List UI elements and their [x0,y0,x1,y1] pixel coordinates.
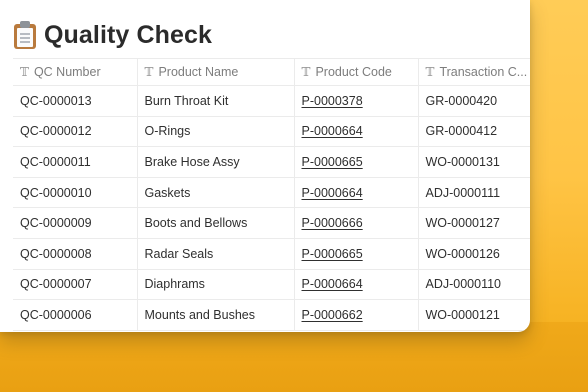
table-row[interactable]: QC-0000013 Burn Throat Kit P-0000378 GR-000… [13,85,530,117]
column-header-qc-number[interactable]: 𝕋 QC Number [13,58,138,86]
table-row[interactable]: QC-0000009 Boots and Bellows P-0000666 WO-0… [13,207,530,239]
product-name-cell[interactable]: Burn Throat Kit [137,85,295,117]
table-row[interactable]: QC-0000008 Radar Seals P-0000665 WO-0000126 [13,238,530,270]
background-band [0,322,588,392]
product-name-cell: Diaphrams [144,277,205,292]
product-code-cell[interactable]: P-0000666 [294,207,419,239]
transaction-code-cell[interactable]: WO-0000126 [418,238,530,270]
product-code-link[interactable]: P-0000378 [302,94,363,108]
product-name-cell[interactable]: Mounts and Bushes [137,299,295,331]
product-name-cell: Gaskets [144,185,191,200]
table-header-row: 𝕋 QC Number 𝕋 Product Name 𝕋 Product Code 𝕋… [13,58,530,86]
qc-number-cell[interactable]: QC-0000006 [13,299,138,331]
product-name-cell: Boots and Bellows [144,216,248,231]
qc-number-cell: QC-0000009 [20,216,92,231]
database-panel: Quality Check 𝕋 QC Number 𝕋 Product Name 𝕋… [0,0,530,332]
product-code-link[interactable]: P-0000664 [302,186,363,200]
page-title: Quality Check [44,20,213,49]
product-code-cell[interactable]: P-0000664 [294,116,419,148]
product-name-cell: Brake Hose Assy [144,154,240,169]
transaction-code-cell[interactable]: GR-0000420 [418,85,530,117]
transaction-code-cell: WO-0000126 [425,246,500,261]
table-row[interactable]: QC-0000010 Gaskets P-0000664 ADJ-0000111 [13,177,530,209]
product-code-cell[interactable]: P-0000665 [294,238,419,270]
qc-number-cell: QC-0000012 [20,124,92,139]
qc-number-cell[interactable]: QC-0000007 [13,269,138,301]
transaction-code-cell: WO-0000121 [425,307,500,322]
column-header-product-name[interactable]: 𝕋 Product Name [137,58,295,86]
product-name-cell[interactable]: Gaskets [137,177,295,209]
product-code-cell[interactable]: P-0000662 [294,299,419,331]
text-type-icon: 𝕋 [301,65,311,79]
text-type-icon: 𝕋 [144,65,154,79]
qc-number-cell[interactable]: QC-0000013 [13,85,138,117]
table-row[interactable]: QC-0000007 Diaphrams P-0000664 ADJ-0000110 [13,269,530,301]
product-code-cell[interactable]: P-0000664 [294,177,419,209]
transaction-code-cell: ADJ-0000110 [425,277,502,292]
product-name-cell[interactable]: Brake Hose Assy [137,146,295,178]
product-code-link[interactable]: P-0000665 [302,247,363,261]
transaction-code-cell[interactable]: WO-0000127 [418,207,530,239]
quality-check-table: 𝕋 QC Number 𝕋 Product Name 𝕋 Product Code 𝕋… [13,58,530,331]
product-code-link[interactable]: P-0000664 [302,124,363,138]
qc-number-cell[interactable]: QC-0000010 [13,177,138,209]
transaction-code-cell: WO-0000127 [425,216,500,231]
product-name-cell[interactable]: Boots and Bellows [137,207,295,239]
qc-number-cell: QC-0000011 [20,154,91,169]
product-name-cell: Radar Seals [144,246,214,261]
product-code-link[interactable]: P-0000666 [302,216,363,230]
clipboard-icon [14,21,36,49]
qc-number-cell[interactable]: QC-0000009 [13,207,138,239]
table-row[interactable]: QC-0000011 Brake Hose Assy P-0000665 WO-000… [13,146,530,178]
qc-number-cell: QC-0000013 [20,93,92,108]
transaction-code-cell[interactable]: WO-0000131 [418,146,530,178]
qc-number-cell: QC-0000007 [20,277,92,292]
transaction-code-cell[interactable]: GR-0000412 [418,116,530,148]
product-code-link[interactable]: P-0000665 [302,155,363,169]
product-name-cell[interactable]: Diaphrams [137,269,295,301]
product-name-cell: O-Rings [144,124,191,139]
qc-number-cell: QC-0000006 [20,307,92,322]
text-type-icon: 𝕋 [20,65,29,79]
qc-number-cell: QC-0000010 [20,185,92,200]
product-name-cell: Mounts and Bushes [144,307,256,322]
page-header: Quality Check [14,18,212,52]
transaction-code-cell: ADJ-0000111 [425,185,501,200]
transaction-code-cell: WO-0000131 [425,154,500,169]
product-code-cell[interactable]: P-0000664 [294,269,419,301]
transaction-code-cell[interactable]: ADJ-0000111 [418,177,530,209]
qc-number-cell[interactable]: QC-0000012 [13,116,138,148]
product-name-cell[interactable]: Radar Seals [137,238,295,270]
product-name-cell: Burn Throat Kit [144,93,229,108]
transaction-code-cell: GR-0000420 [425,93,498,108]
product-code-cell[interactable]: P-0000378 [294,85,419,117]
text-type-icon: 𝕋 [425,65,435,79]
column-header-product-code[interactable]: 𝕋 Product Code [294,58,419,86]
qc-number-cell: QC-0000008 [20,246,92,261]
transaction-code-cell[interactable]: ADJ-0000110 [418,269,530,301]
product-code-link[interactable]: P-0000664 [302,277,363,291]
transaction-code-cell: GR-0000412 [425,124,498,139]
qc-number-cell[interactable]: QC-0000011 [13,146,138,178]
table-row[interactable]: QC-0000012 O-Rings P-0000664 GR-0000412 [13,116,530,148]
product-code-cell[interactable]: P-0000665 [294,146,419,178]
product-code-link[interactable]: P-0000662 [302,308,363,322]
column-header-transaction-code[interactable]: 𝕋 Transaction C... [418,58,530,86]
product-name-cell[interactable]: O-Rings [137,116,295,148]
table-row[interactable]: QC-0000006 Mounts and Bushes P-0000662 WO-0… [13,299,530,331]
qc-number-cell[interactable]: QC-0000008 [13,238,138,270]
transaction-code-cell[interactable]: WO-0000121 [418,299,530,331]
